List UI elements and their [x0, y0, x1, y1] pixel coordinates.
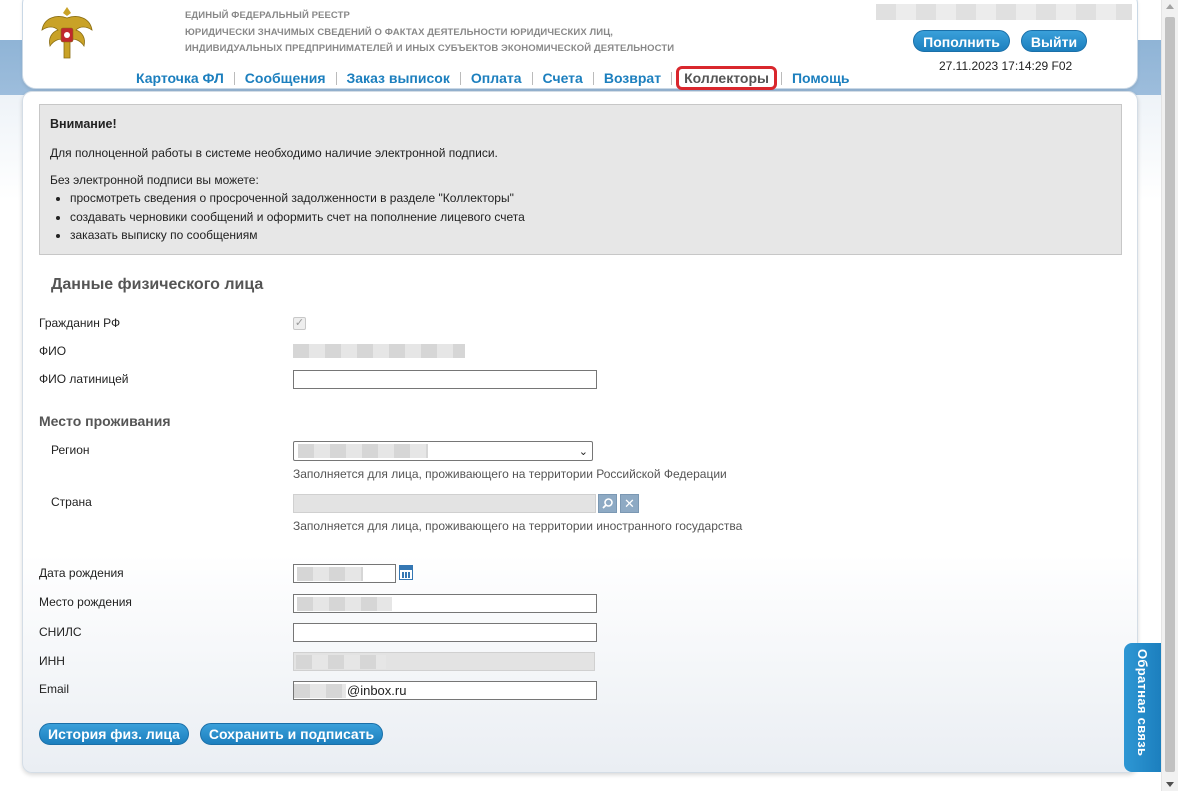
fio-latin-label: ФИО латиницей [39, 372, 129, 386]
residence-title: Место проживания [39, 413, 171, 429]
scroll-down-icon[interactable] [1166, 782, 1174, 787]
scrollbar-thumb[interactable] [1165, 17, 1175, 772]
clear-icon[interactable]: ✕ [620, 494, 639, 513]
fio-label: ФИО [39, 344, 67, 358]
list-item: заказать выписку по сообщениям [70, 226, 1111, 245]
country-input [293, 494, 596, 513]
page-scrollbar[interactable] [1161, 0, 1178, 791]
birth-date-label: Дата рождения [39, 566, 124, 580]
snils-input[interactable] [293, 623, 597, 642]
fio-latin-input[interactable] [293, 370, 597, 389]
section-title-person-data: Данные физического лица [51, 276, 264, 293]
notice-intro: Без электронной подписи вы можете: [50, 173, 259, 187]
nav-item-collectors[interactable]: Коллекторы [676, 66, 777, 90]
inn-label: ИНН [39, 654, 65, 668]
feedback-tab[interactable]: Обратная связь [1124, 643, 1161, 772]
notice-title: Внимание! [50, 117, 117, 131]
birth-date-value-redacted [297, 567, 363, 581]
citizen-checkbox[interactable]: ✓ [293, 317, 306, 330]
topup-button[interactable]: Пополнить [913, 30, 1010, 52]
nav-item-help[interactable]: Помощь [782, 67, 860, 89]
registry-title-line: ИНДИВИДУАЛЬНЫХ ПРЕДПРИНИМАТЕЛЕЙ И ИНЫХ С… [185, 43, 675, 54]
region-select[interactable]: ⌄ [293, 441, 593, 461]
inn-value-redacted [296, 655, 386, 669]
feedback-label: Обратная связь [1135, 649, 1150, 757]
birth-place-label: Место рождения [39, 595, 132, 609]
nav-separator [671, 71, 673, 85]
snils-label: СНИЛС [39, 625, 82, 639]
nav-item-order-extracts[interactable]: Заказ выписок [337, 67, 460, 89]
region-value-redacted [298, 444, 428, 458]
session-datetime: 27.11.2023 17:14:29 F02 [939, 59, 1073, 73]
notice-paragraph: Для полноценной работы в системе необход… [50, 146, 498, 160]
citizen-label: Гражданин РФ [39, 316, 121, 330]
nav-item-person-card[interactable]: Карточка ФЛ [126, 67, 234, 89]
birth-date-input[interactable] [293, 564, 396, 583]
logout-button[interactable]: Выйти [1021, 30, 1087, 52]
country-hint: Заполняется для лица, проживающего на те… [293, 519, 743, 533]
birth-place-input[interactable] [293, 594, 597, 613]
notice-list: просмотреть сведения о просроченной задо… [50, 189, 1111, 245]
nav-item-messages[interactable]: Сообщения [235, 67, 336, 89]
registry-title-line: ЕДИНЫЙ ФЕДЕРАЛЬНЫЙ РЕЕСТР [185, 10, 350, 21]
country-label: Страна [51, 495, 92, 509]
registry-title: ЕДИНЫЙ ФЕДЕРАЛЬНЫЙ РЕЕСТР ЮРИДИЧЕСКИ ЗНА… [185, 8, 745, 58]
signature-warning-notice: Внимание! Для полноценной работы в систе… [39, 104, 1122, 255]
russian-coat-of-arms-icon [41, 7, 93, 59]
fio-value-redacted [293, 344, 465, 358]
nav-item-payment[interactable]: Оплата [461, 67, 532, 89]
calendar-icon[interactable] [399, 565, 413, 580]
search-icon[interactable] [598, 494, 617, 513]
main-nav: Карточка ФЛ Сообщения Заказ выписок Опла… [126, 66, 860, 90]
region-label: Регион [51, 443, 90, 457]
nav-item-invoices[interactable]: Счета [533, 67, 593, 89]
email-input[interactable]: @inbox.ru [293, 681, 597, 700]
chevron-down-icon: ⌄ [578, 446, 588, 458]
nav-item-refund[interactable]: Возврат [594, 67, 671, 89]
inn-input [293, 652, 595, 671]
list-item: просмотреть сведения о просроченной задо… [70, 189, 1111, 208]
list-item: создавать черновики сообщений и оформить… [70, 208, 1111, 227]
registry-title-line: ЮРИДИЧЕСКИ ЗНАЧИМЫХ СВЕДЕНИЙ О ФАКТАХ ДЕ… [185, 26, 614, 38]
birth-place-value-redacted [297, 597, 392, 611]
email-label: Email [39, 682, 70, 696]
user-name-redacted [876, 4, 1132, 20]
email-user-redacted [294, 684, 346, 698]
region-hint: Заполняется для лица, проживающего на те… [293, 467, 727, 481]
email-domain: @inbox.ru [347, 683, 407, 698]
scroll-up-icon[interactable] [1166, 4, 1174, 9]
save-and-sign-button[interactable]: Сохранить и подписать [200, 723, 383, 745]
person-history-button[interactable]: История физ. лица [39, 723, 189, 745]
